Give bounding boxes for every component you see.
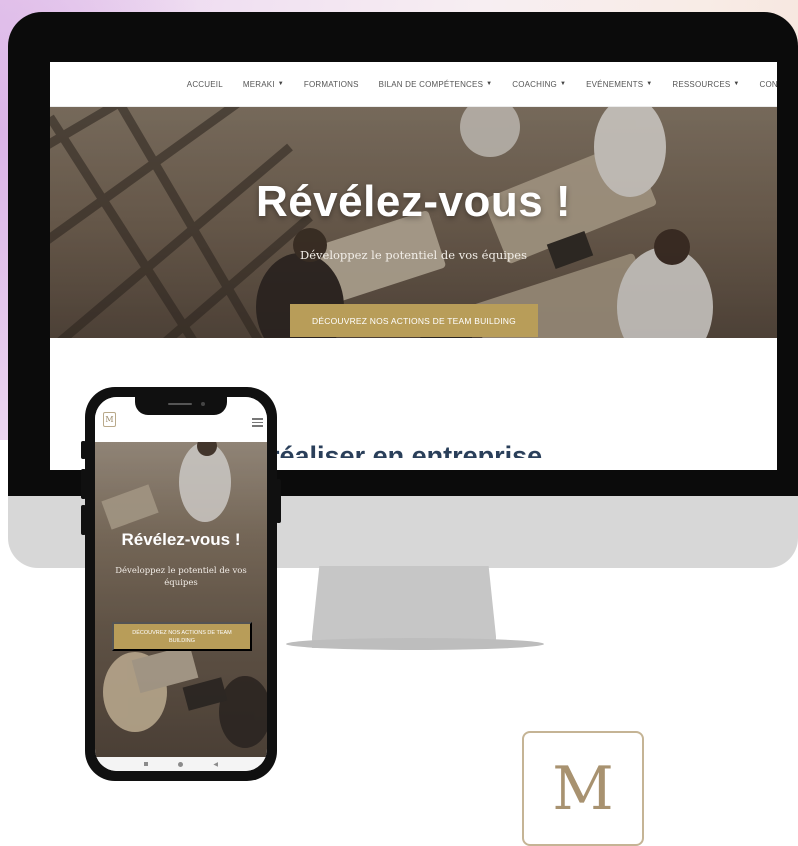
section-title-partial: réaliser en entreprise — [269, 441, 543, 458]
mobile-phone-mockup: M Révélez-vous ! Développez le potentiel… — [81, 387, 281, 781]
chevron-down-icon: ▼ — [277, 81, 284, 87]
mobile-hero-overlay — [95, 442, 267, 757]
phone-side-button — [81, 441, 86, 459]
mobile-team-building-cta-button[interactable]: DÉCOUVREZ NOS ACTIONS DE TEAM BUILDING — [112, 622, 252, 651]
nav-label: RESSOURCES — [672, 79, 731, 89]
meraki-brand-logo: M — [522, 731, 644, 846]
phone-notch — [135, 397, 227, 415]
mobile-screen: M Révélez-vous ! Développez le potentiel… — [95, 397, 267, 771]
monitor-stand-foot — [286, 638, 544, 650]
android-navigation-bar: ◀ — [95, 757, 267, 771]
chevron-down-icon: ▼ — [646, 81, 653, 87]
nav-item-formations[interactable]: FORMATIONS — [304, 80, 359, 89]
phone-power-button — [276, 479, 281, 523]
team-building-cta-button[interactable]: DÉCOUVREZ NOS ACTIONS DE TEAM BUILDING — [290, 304, 538, 337]
nav-item-coaching[interactable]: COACHING ▼ — [512, 80, 566, 89]
mobile-hero-subtitle: Développez le potentiel de vos équipes — [115, 566, 247, 588]
nav-label: BILAN DE COMPÉTENCES — [378, 79, 484, 89]
hero-subtitle: Développez le potentiel de vos équipes — [300, 248, 527, 262]
hamburger-menu-icon[interactable] — [252, 418, 263, 427]
phone-volume-down-button — [81, 505, 86, 535]
nav-label: CONT — [759, 79, 777, 89]
chevron-down-icon: ▼ — [486, 81, 493, 87]
monitor-stand — [312, 566, 496, 648]
mobile-hero-title: Révélez-vous ! — [121, 530, 241, 549]
nav-item-bilan[interactable]: BILAN DE COMPÉTENCES ▼ — [379, 80, 493, 89]
nav-label: ACCUEIL — [186, 79, 223, 89]
main-navigation: ACCUEIL MERAKI ▼ FORMATIONS BILAN DE COMP… — [50, 62, 777, 107]
nav-item-evenements[interactable]: EVÉNEMENTS ▼ — [586, 80, 652, 89]
nav-item-contact[interactable]: CONT — [760, 80, 777, 89]
phone-camera — [201, 402, 205, 406]
nav-item-meraki[interactable]: MERAKI ▼ — [243, 80, 284, 89]
recent-apps-icon[interactable] — [144, 762, 149, 766]
nav-label: EVÉNEMENTS — [586, 79, 644, 89]
brand-logo-letter: M — [552, 753, 614, 824]
phone-volume-up-button — [81, 469, 86, 499]
nav-label: FORMATIONS — [303, 79, 359, 89]
mobile-logo[interactable]: M — [103, 412, 116, 427]
phone-speaker — [168, 403, 192, 405]
nav-label: COACHING — [512, 79, 557, 89]
chevron-down-icon: ▼ — [733, 81, 740, 87]
nav-item-accueil[interactable]: ACCUEIL — [187, 80, 223, 89]
nav-item-ressources[interactable]: RESSOURCES ▼ — [672, 80, 739, 89]
home-icon[interactable] — [178, 761, 184, 767]
back-icon[interactable]: ◀ — [213, 761, 218, 768]
mobile-hero-banner: Révélez-vous ! Développez le potentiel d… — [95, 442, 267, 757]
chevron-down-icon: ▼ — [559, 81, 567, 87]
hero-title: Révélez-vous ! — [255, 177, 572, 226]
nav-label: MERAKI — [242, 79, 275, 89]
